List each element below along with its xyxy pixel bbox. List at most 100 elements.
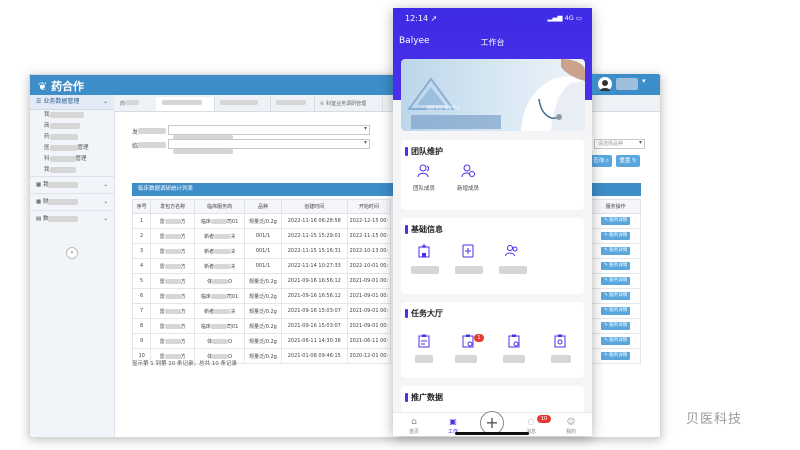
card-task-hall: 任务大厅 1 [401, 302, 584, 378]
cell-spec: 规量泛/0.2g [244, 303, 282, 319]
tab[interactable]: 药 [114, 97, 157, 111]
tab[interactable] [270, 97, 315, 111]
tab-mine[interactable]: 我的 [561, 428, 581, 435]
edit-icon: ✎ [604, 233, 608, 238]
status-right: ▂▄▆ 4G ▭ [547, 14, 583, 22]
battery-icon: ▭ [575, 14, 582, 22]
status-time: 12:14 ➚ [405, 14, 438, 23]
cell-provider: 新者决 [194, 258, 246, 274]
card-team: 团队维护 团队成员 新增成员 [401, 140, 584, 210]
tab-home[interactable]: 首页 [404, 428, 424, 435]
pharmacy-icon[interactable] [461, 244, 475, 258]
cell-sender: 雷方 [150, 273, 196, 289]
service-detail-button[interactable]: ✎ 服务详情 [601, 307, 631, 315]
clipboard-icon[interactable] [417, 334, 431, 348]
cell-provider: 临床 司01 [194, 318, 246, 334]
query-button[interactable]: 查询 ⌕ [590, 155, 612, 167]
edit-icon: ✎ [604, 218, 608, 223]
banner-image[interactable]: 团队专注 精益专业 [401, 59, 585, 131]
cell-op: ✎ 服务详情 [590, 288, 641, 304]
refresh-icon: ↻ [632, 158, 637, 164]
task-assign-icon[interactable] [553, 334, 567, 348]
sidebar-collapse-button[interactable]: « [66, 247, 78, 259]
reset-button[interactable]: 重置 ↻ [616, 155, 640, 167]
cell-start: 2022-12-15 00: [346, 213, 391, 229]
service-detail-button[interactable]: ✎ 服务详情 [601, 292, 631, 300]
cell-no: 3 [131, 243, 152, 259]
team-members-icon[interactable] [417, 164, 431, 178]
col-header: 品种 [244, 199, 282, 214]
user-avatar-icon [600, 80, 610, 91]
sidebar-item[interactable]: 商 [30, 121, 114, 132]
sidebar-head[interactable]: ☰ 业务数据管理 ⌄ [30, 95, 114, 110]
task-list-icon[interactable] [461, 334, 475, 348]
phone-tab-bar: ⌂ 首页 ▣ 工作 + ◌ 10 消息 ☺ 我的 [393, 411, 592, 436]
cell-op: ✎ 服务详情 [590, 213, 641, 229]
service-detail-button[interactable]: ✎ 服务详情 [601, 352, 631, 360]
cell-start: 2021-09-01 00: [346, 303, 391, 319]
briefcase-icon[interactable]: ▣ [445, 417, 461, 427]
task-progress-icon[interactable] [507, 334, 521, 348]
cell-created: 2021-09-16 16:56:12 [280, 288, 348, 304]
service-detail-button[interactable]: ✎ 服务详情 [601, 247, 631, 255]
sidebar-group[interactable]: ▦ 我 ⌄ [30, 176, 114, 193]
cell-op: ✎ 服务详情 [590, 333, 641, 349]
desktop-header-right: ▾ [592, 74, 659, 94]
cell-spec: 规量泛/0.2g [244, 288, 282, 304]
edit-icon: ✎ [604, 308, 608, 313]
cell-sender: 雷方 [150, 213, 196, 229]
sidebar-item[interactable]: 我 [30, 165, 114, 176]
caret-down-icon[interactable]: ▾ [642, 77, 646, 85]
grid-icon: ▦ [36, 199, 42, 205]
cell-provider: 新者决 [194, 303, 246, 319]
cell-no: 4 [131, 258, 152, 274]
edit-icon: ✎ [604, 353, 608, 358]
tab[interactable]: ⚟ 科室业务调研管理 [314, 97, 383, 111]
cell-start: 2022-11-15 00: [346, 228, 391, 244]
add-member-icon[interactable] [461, 164, 475, 178]
sidebar-item[interactable]: 科管理 [30, 154, 114, 165]
chevron-down-icon: ⌄ [103, 199, 108, 205]
home-icon[interactable]: ⌂ [404, 417, 424, 427]
select-2[interactable] [168, 139, 370, 154]
cell-sender: 雷方 [150, 228, 196, 244]
table-footer: 显示第 1 到第 10 条记录，总共 10 条记录 [132, 361, 237, 367]
add-member-label[interactable]: 新增成员 [448, 184, 488, 192]
contacts-icon[interactable] [505, 244, 519, 258]
service-detail-button[interactable]: ✎ 服务详情 [601, 277, 631, 285]
avatar[interactable] [598, 77, 612, 91]
tab[interactable] [214, 97, 271, 111]
col-header: 创建时间 [280, 199, 348, 214]
cell-start: 2021-06-11 00: [346, 333, 391, 349]
service-detail-button[interactable]: ✎ 服务详情 [601, 232, 631, 240]
cell-no: 1 [131, 213, 152, 229]
sidebar-group[interactable]: ▤ 数 ⌄ [30, 210, 114, 227]
user-icon[interactable]: ☺ [563, 417, 579, 426]
sidebar-item[interactable]: 药 [30, 132, 114, 143]
service-detail-button[interactable]: ✎ 服务详情 [601, 322, 631, 330]
sidebar-group[interactable]: ▦ 财 ⌄ [30, 193, 114, 210]
edit-icon: ✎ [604, 278, 608, 283]
cell-start: 2021-09-01 00: [346, 288, 391, 304]
cell-op: ✎ 服务详情 [590, 273, 641, 289]
app-logo-text: 药合作 [51, 80, 85, 93]
card-title: 推广数据 [405, 393, 443, 402]
service-detail-button[interactable]: ✎ 服务详情 [601, 337, 631, 345]
service-detail-button[interactable]: ✎ 服务详情 [601, 217, 631, 225]
variety-select[interactable]: 请选择品种 [594, 139, 645, 149]
cell-spec: 规量泛/0.2g [244, 333, 282, 349]
card-title: 团队维护 [405, 147, 443, 156]
cell-sender: 雷方 [150, 258, 196, 274]
sidebar-item[interactable]: 医管理 [30, 143, 114, 154]
cell-created: 2022-11-14 10:27:33 [280, 258, 348, 274]
cell-op: ✎ 服务详情 [590, 258, 641, 274]
select-1[interactable] [168, 125, 370, 140]
sidebar: ☰ 业务数据管理 ⌄ 我 商 药 医管理 科管理 我 ▦ 我 ⌄ ▦ 财 ⌄ ▤… [30, 95, 115, 437]
team-members-label[interactable]: 团队成员 [404, 184, 444, 192]
col-header: 服务操作 [590, 199, 641, 214]
hospital-icon[interactable] [417, 244, 431, 258]
tab-active[interactable] [156, 97, 215, 111]
service-detail-button[interactable]: ✎ 服务详情 [601, 262, 631, 270]
sidebar-item[interactable]: 我 [30, 110, 114, 121]
cell-sender: 雷方 [150, 333, 196, 349]
